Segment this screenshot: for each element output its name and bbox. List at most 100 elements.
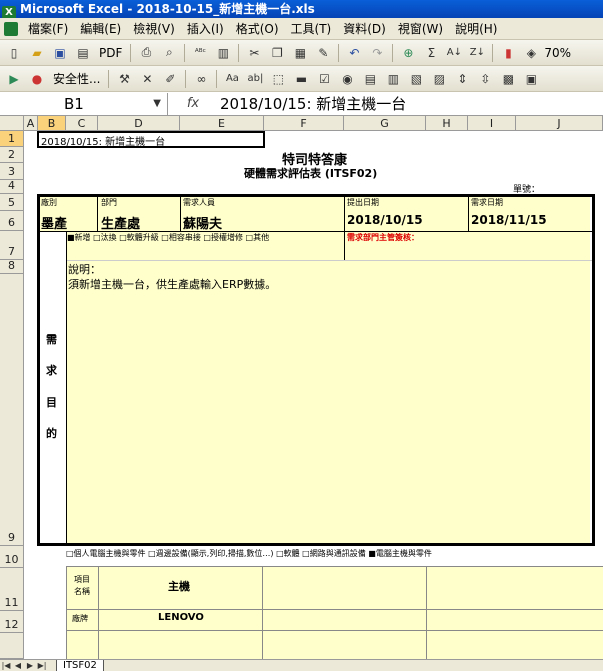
formula-input[interactable]: 2018/10/15: 新增主機一台 bbox=[218, 93, 406, 114]
row-header-12[interactable]: 12 bbox=[0, 611, 24, 633]
control-properties-icon[interactable]: ▩ bbox=[498, 69, 518, 89]
open-icon[interactable]: ▰ bbox=[27, 43, 47, 63]
new-icon[interactable]: ▯ bbox=[4, 43, 24, 63]
control-toolbox-icon[interactable]: ✕ bbox=[137, 69, 157, 89]
prev-sheet-icon[interactable]: ◀ bbox=[12, 661, 24, 670]
row-header-9[interactable]: 9 bbox=[0, 274, 24, 546]
column-header-j[interactable]: J bbox=[516, 116, 603, 131]
value-unit[interactable]: 墨產 bbox=[41, 213, 67, 232]
row-header-11[interactable]: 11 bbox=[0, 568, 24, 611]
sort-ascending-icon[interactable]: A↓ bbox=[444, 43, 464, 63]
sheet-tab-itsf02[interactable]: ITSF02 bbox=[56, 659, 104, 671]
column-header-f[interactable]: F bbox=[264, 116, 344, 131]
row-header-8[interactable]: 8 bbox=[0, 259, 24, 274]
column-header-i[interactable]: I bbox=[468, 116, 516, 131]
next-sheet-icon[interactable]: ▶ bbox=[24, 661, 36, 670]
value-submit-date[interactable]: 2018/10/15 bbox=[347, 213, 423, 227]
brand-value[interactable]: LENOVO bbox=[158, 612, 204, 623]
request-type-options[interactable]: ■新增 □汰換 □軟體升級 □相容串接 □授權增修 □其他 bbox=[67, 232, 269, 243]
button-icon[interactable]: ▬ bbox=[291, 69, 311, 89]
menu-tools[interactable]: 工具(T) bbox=[287, 20, 340, 37]
column-header-a[interactable]: A bbox=[24, 116, 38, 131]
item-name-label-1: 項目 bbox=[74, 575, 90, 584]
row-header-2[interactable]: 2 bbox=[0, 147, 24, 163]
print-preview-icon[interactable]: ⌕ bbox=[159, 43, 179, 63]
hardware-type-options[interactable]: □個人電腦主機與零件 □週邊設備(顯示,列印,掃描,數位…) □軟體 □網路與通… bbox=[66, 548, 432, 559]
chart-wizard-icon[interactable]: ▮ bbox=[498, 43, 518, 63]
print-icon[interactable]: ⎙ bbox=[136, 43, 156, 63]
cell-b1[interactable]: 2018/10/15: 新增主機一台 bbox=[41, 133, 165, 148]
drawing-icon[interactable]: ◈ bbox=[521, 43, 541, 63]
security-button[interactable]: 安全性... bbox=[50, 70, 103, 87]
cut-icon[interactable]: ✂ bbox=[244, 43, 264, 63]
column-header-e[interactable]: E bbox=[180, 116, 264, 131]
column-header-c[interactable]: C bbox=[66, 116, 98, 131]
chevron-down-icon[interactable]: ▼ bbox=[153, 98, 161, 109]
paste-icon[interactable]: ▦ bbox=[290, 43, 310, 63]
row-header-6[interactable]: 6 bbox=[0, 211, 24, 231]
row-header-13[interactable] bbox=[0, 633, 24, 659]
row-header-5[interactable]: 5 bbox=[0, 194, 24, 211]
last-sheet-icon[interactable]: ▶| bbox=[36, 661, 48, 670]
row-header-10[interactable]: 10 bbox=[0, 546, 24, 568]
label-icon[interactable]: Aa bbox=[222, 69, 242, 89]
spelling-icon[interactable]: ᴬᴮᶜ bbox=[190, 43, 210, 63]
hyperlink-icon[interactable]: ⊕ bbox=[398, 43, 418, 63]
menu-edit[interactable]: 編輯(E) bbox=[76, 20, 129, 37]
sort-descending-icon[interactable]: Z↓ bbox=[467, 43, 487, 63]
value-dept[interactable]: 生產處 bbox=[101, 213, 140, 232]
checkbox-icon[interactable]: ☑ bbox=[314, 69, 334, 89]
design-mode-icon[interactable]: ✐ bbox=[160, 69, 180, 89]
worksheet-grid[interactable]: A B C D E F G H I J 1 2 3 4 5 6 7 8 9 10… bbox=[0, 116, 603, 659]
column-header-b[interactable]: B bbox=[38, 116, 66, 131]
description-text[interactable]: 須新增主機一台，供生產處輸入ERP數據。 bbox=[68, 276, 276, 292]
research-icon[interactable]: ▥ bbox=[213, 43, 233, 63]
spinner-icon[interactable]: ⇳ bbox=[475, 69, 495, 89]
menu-insert[interactable]: 插入(I) bbox=[183, 20, 232, 37]
edit-code-icon[interactable]: ▣ bbox=[521, 69, 541, 89]
autosum-icon[interactable]: Σ bbox=[421, 43, 441, 63]
format-painter-icon[interactable]: ✎ bbox=[313, 43, 333, 63]
list-box-icon[interactable]: ▤ bbox=[360, 69, 380, 89]
value-need-date[interactable]: 2018/11/15 bbox=[471, 213, 547, 227]
fx-icon[interactable]: fx bbox=[168, 96, 218, 111]
value-requester[interactable]: 蘇陽夫 bbox=[183, 213, 222, 232]
combo-dropdown-edit-icon[interactable]: ▨ bbox=[429, 69, 449, 89]
undo-icon[interactable]: ↶ bbox=[344, 43, 364, 63]
run-macro-icon[interactable]: ▶ bbox=[4, 69, 24, 89]
menu-view[interactable]: 檢視(V) bbox=[129, 20, 183, 37]
row-header-3[interactable]: 3 bbox=[0, 163, 24, 180]
visual-basic-icon[interactable]: ⚒ bbox=[114, 69, 134, 89]
select-all-corner[interactable] bbox=[0, 116, 24, 131]
menu-data[interactable]: 資料(D) bbox=[339, 20, 394, 37]
row-header-7[interactable]: 7 bbox=[0, 231, 24, 260]
pdf-button[interactable]: PDF bbox=[96, 46, 125, 60]
workbook-icon[interactable] bbox=[4, 21, 18, 36]
column-header-d[interactable]: D bbox=[98, 116, 180, 131]
record-macro-icon[interactable]: ● bbox=[27, 69, 47, 89]
row-header-4[interactable]: 4 bbox=[0, 179, 24, 194]
name-box[interactable]: B1 ▼ bbox=[0, 92, 168, 115]
item-name-value[interactable]: 主機 bbox=[168, 578, 190, 594]
column-header-h[interactable]: H bbox=[426, 116, 468, 131]
purpose-char-4: 的 bbox=[46, 427, 57, 440]
copy-icon[interactable]: ❐ bbox=[267, 43, 287, 63]
permission-icon[interactable]: ▤ bbox=[73, 43, 93, 63]
combo-list-edit-icon[interactable]: ▧ bbox=[406, 69, 426, 89]
option-button-icon[interactable]: ◉ bbox=[337, 69, 357, 89]
group-box-icon[interactable]: ⬚ bbox=[268, 69, 288, 89]
column-header-g[interactable]: G bbox=[344, 116, 426, 131]
zoom-box[interactable]: 70% bbox=[544, 46, 571, 60]
redo-icon[interactable]: ↷ bbox=[367, 43, 387, 63]
combo-box-icon[interactable]: ▥ bbox=[383, 69, 403, 89]
first-sheet-icon[interactable]: |◀ bbox=[0, 661, 12, 670]
scroll-bar-icon[interactable]: ⇕ bbox=[452, 69, 472, 89]
save-icon[interactable]: ▣ bbox=[50, 43, 70, 63]
menu-window[interactable]: 視窗(W) bbox=[394, 20, 451, 37]
script-editor-icon[interactable]: ∞ bbox=[191, 69, 211, 89]
menu-format[interactable]: 格式(O) bbox=[232, 20, 287, 37]
menu-file[interactable]: 檔案(F) bbox=[24, 20, 76, 37]
textbox-icon[interactable]: ab| bbox=[245, 69, 265, 89]
menu-help[interactable]: 說明(H) bbox=[451, 20, 505, 37]
row-header-1[interactable]: 1 bbox=[0, 131, 24, 147]
